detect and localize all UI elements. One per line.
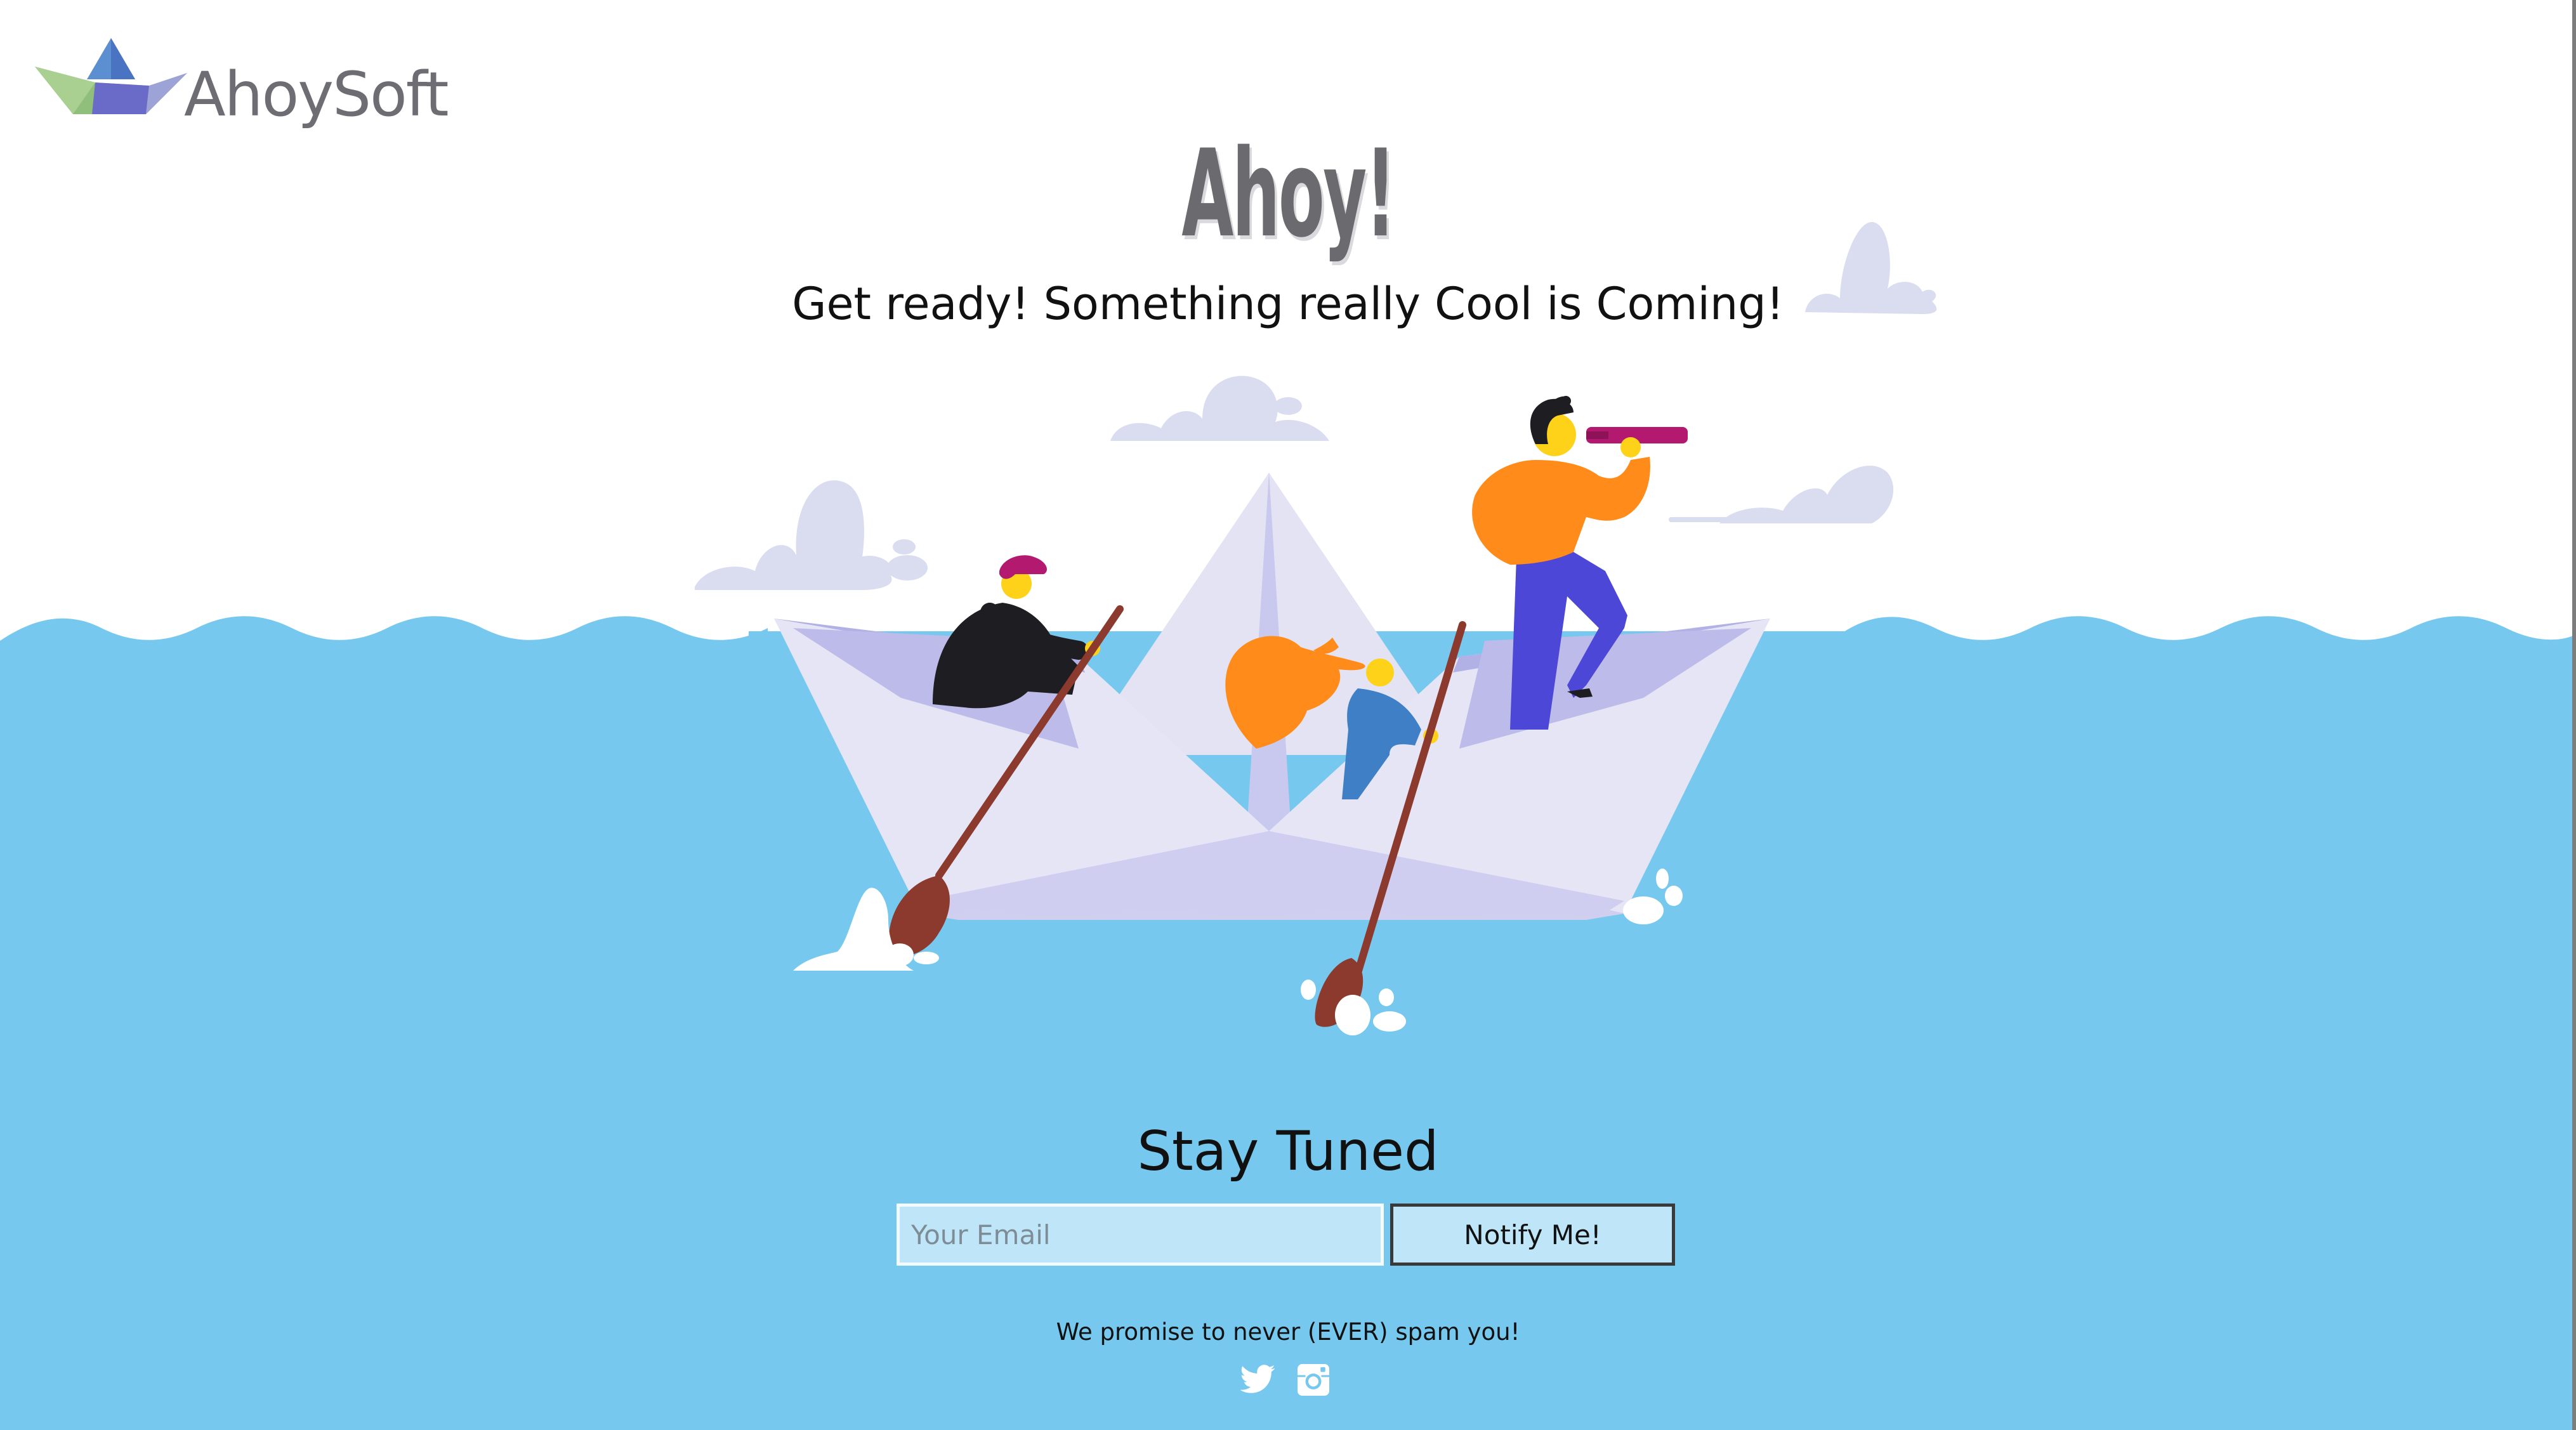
landing-page: AhoySoft Ahoy! Get ready! Something real…: [0, 0, 2576, 1430]
no-spam-note: We promise to never (EVER) spam you!: [1056, 1318, 1520, 1346]
cloud-center: [1110, 376, 1329, 441]
notify-button[interactable]: Notify Me!: [1390, 1204, 1675, 1266]
twitter-icon: [1240, 1365, 1275, 1393]
cloud-right-mid: [1669, 465, 1894, 523]
instagram-link[interactable]: [1294, 1361, 1332, 1399]
ahoysoft-logo[interactable]: AhoySoft: [35, 35, 449, 136]
window-edge: [2572, 0, 2576, 1430]
page-subtitle: Get ready! Something really Cool is Comi…: [792, 278, 1784, 330]
paper-boat-logo-icon: [35, 38, 187, 114]
cloud-left: [695, 480, 928, 590]
page-title: Ahoy!: [1181, 124, 1396, 264]
twitter-link[interactable]: [1239, 1361, 1277, 1399]
instagram-icon: [1298, 1364, 1329, 1396]
email-field[interactable]: [897, 1204, 1384, 1266]
signup-heading: Stay Tuned: [1137, 1120, 1439, 1183]
brand-name: AhoySoft: [184, 59, 449, 130]
